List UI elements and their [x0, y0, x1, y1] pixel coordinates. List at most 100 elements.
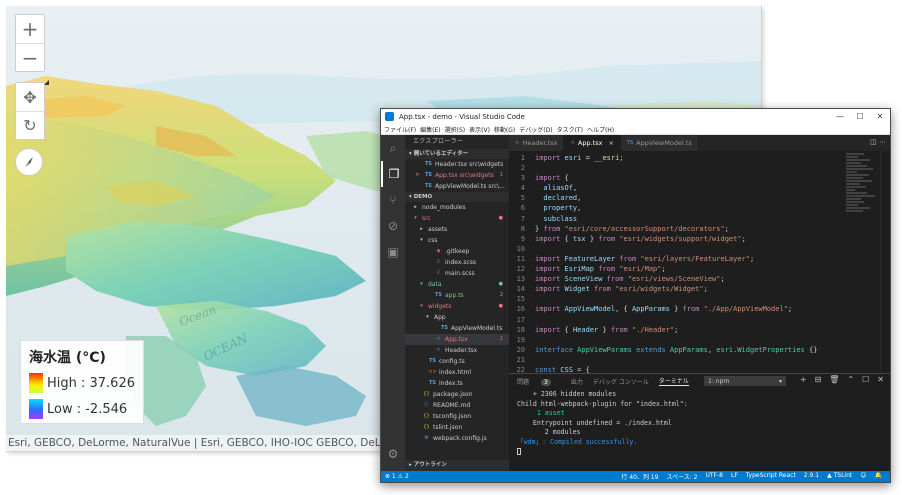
panel-tab-problems[interactable]: 問題 3	[517, 377, 561, 386]
tab-app-tsx[interactable]: ⚛ App.tsx ×	[564, 135, 621, 151]
code-editor[interactable]: 1 import esri = __esri; 2 3 import {4 aliasO…	[509, 151, 890, 373]
file-tree-item[interactable]: ⚙ webpack.config.js	[405, 433, 509, 444]
tree-chevron-icon[interactable]: ▾	[423, 312, 432, 323]
tree-chevron-icon[interactable]: ▾	[411, 213, 420, 224]
file-tree-item[interactable]: ▾ css	[405, 235, 509, 246]
menu-view[interactable]: 表示(V)	[469, 125, 490, 134]
code-line: 3 import {	[509, 173, 842, 183]
line-number: 14	[516, 285, 525, 294]
code-token: from	[589, 285, 616, 294]
file-tree-item[interactable]: TS config.ts	[405, 356, 509, 367]
terminal-output[interactable]: + 2306 hidden modules Child html-webpack…	[517, 390, 882, 457]
rotate-button[interactable]: ↻	[16, 111, 44, 139]
zoom-in-button[interactable]: +	[16, 15, 44, 43]
editor-scrollbar[interactable]	[880, 151, 890, 373]
line-number: 5	[520, 194, 525, 203]
encoding-status[interactable]: UTF-8	[705, 472, 723, 481]
notifications-bell-icon[interactable]: 🔔	[875, 472, 882, 481]
search-icon[interactable]: ⌕	[381, 135, 405, 161]
typescript-version[interactable]: 2.9.1	[804, 472, 819, 481]
open-editor-item[interactable]: TS AppViewModel.ts src\...	[405, 181, 509, 192]
line-ending-status[interactable]: LF	[731, 472, 738, 481]
file-tree-item[interactable]: ⚛ App.tsx 1	[405, 334, 509, 345]
tab-header-tsx[interactable]: ⚛ Header.tsx	[509, 135, 565, 151]
chevron-up-icon[interactable]: ⌃	[847, 375, 854, 384]
close-button[interactable]: ✕	[870, 112, 890, 121]
maximize-button[interactable]: ☐	[850, 112, 870, 121]
file-tree-item[interactable]: TS index.ts	[405, 378, 509, 389]
language-mode[interactable]: TypeScript React	[746, 472, 796, 481]
close-editor-icon[interactable]: ✕	[413, 170, 422, 181]
menu-help[interactable]: ヘルプ(H)	[587, 125, 614, 134]
menu-edit[interactable]: 編集(E)	[420, 125, 440, 134]
open-editors-section[interactable]: ▾ 開いているエディター	[405, 149, 509, 159]
open-editor-item[interactable]: ✕ TS App.tsx src\widgets 1	[405, 170, 509, 181]
debug-icon[interactable]: ⊘	[381, 213, 405, 239]
tslint-status[interactable]: ▲ TSLint	[827, 472, 852, 481]
file-tree-item[interactable]: ℰindex.scss	[405, 257, 509, 268]
trash-icon[interactable]: 🗑	[829, 375, 839, 384]
extensions-icon[interactable]: ▣	[381, 239, 405, 265]
problems-status[interactable]: ⊗ 1 ⚠ 2	[385, 473, 409, 480]
compass-button[interactable]	[15, 148, 43, 176]
file-tree-item[interactable]: <> index.html	[405, 367, 509, 378]
feedback-smiley-icon[interactable]: ☺	[860, 472, 866, 481]
minimap[interactable]	[846, 153, 876, 243]
panel-tab-debug-console[interactable]: デバッグ コンソール	[593, 377, 649, 386]
file-tree-label: css	[428, 237, 438, 244]
menu-selection[interactable]: 選択(S)	[445, 125, 466, 134]
maximize-panel-icon[interactable]: ☐	[862, 375, 869, 384]
file-tree-item[interactable]: ▸ node_modules	[405, 202, 509, 213]
workbench: ⌕ ❐ ⑂ ⊘ ▣ ⚙ エクスプローラー ▾ 開いているエディター TS Head…	[381, 135, 890, 471]
tab-appviewmodel-ts[interactable]: TS AppViewModel.ts	[620, 135, 699, 151]
file-tree-item[interactable]: ⚛ Header.tsx	[405, 345, 509, 356]
file-tree-item[interactable]: TS AppViewModel.ts	[405, 323, 509, 334]
git-status-badge: 1	[499, 336, 503, 342]
file-tree-item[interactable]: TS app.ts 2	[405, 290, 509, 301]
split-terminal-icon[interactable]: ⊟	[815, 375, 822, 384]
split-editor-icon[interactable]: ◫ ⋯	[870, 138, 886, 146]
file-tree-item[interactable]: ⓘ README.md	[405, 400, 509, 411]
new-terminal-icon[interactable]: +	[800, 375, 807, 384]
settings-gear-icon[interactable]: ⚙	[381, 441, 405, 467]
menu-file[interactable]: ファイル(F)	[384, 125, 416, 134]
source-control-icon[interactable]: ⑂	[381, 187, 405, 213]
file-tree-item[interactable]: {} package.json	[405, 389, 509, 400]
cursor-position[interactable]: 行 40、列 19	[621, 472, 658, 481]
zoom-out-button[interactable]: −	[16, 43, 44, 71]
file-tree-item[interactable]: {} tslint.json	[405, 422, 509, 433]
code-token: const	[535, 365, 561, 373]
menu-go[interactable]: 移動(G)	[494, 125, 515, 134]
file-tree-item[interactable]: ◆ .gitkeep	[405, 246, 509, 257]
pan-button[interactable]: ✥	[16, 83, 44, 111]
outline-section[interactable]: ▸ アウトライン	[405, 460, 509, 471]
tree-chevron-icon[interactable]: ▾	[417, 235, 426, 246]
file-tree-item[interactable]: ▾ App	[405, 312, 509, 323]
menu-debug[interactable]: デバッグ(D)	[519, 125, 552, 134]
tree-chevron-icon[interactable]: ▸	[417, 224, 426, 235]
open-editor-item[interactable]: TS Header.tsx src\widgets	[405, 159, 509, 170]
minimize-button[interactable]: —	[830, 112, 850, 121]
close-tab-icon[interactable]: ×	[608, 139, 613, 147]
project-section[interactable]: ▾ DEMO	[405, 192, 509, 202]
zoom-control: + −	[15, 14, 45, 72]
panel-tab-terminal[interactable]: ターミナル	[658, 376, 689, 386]
code-line: 19	[509, 335, 842, 345]
tree-chevron-icon[interactable]: ▸	[411, 202, 420, 213]
panel-tab-output[interactable]: 出力	[571, 377, 583, 386]
explorer-icon[interactable]: ❐	[381, 161, 405, 187]
terminal-select[interactable]: 1: npm	[704, 376, 786, 386]
line-number: 10	[516, 244, 525, 253]
file-tree-item[interactable]: ▾ data ●	[405, 279, 509, 290]
file-tree-item[interactable]: ℰmain.scss	[405, 268, 509, 279]
menu-tasks[interactable]: タスク(T)	[557, 125, 583, 134]
tree-chevron-icon[interactable]: ▾	[417, 301, 426, 312]
file-tree-item[interactable]: ▾ src ●	[405, 213, 509, 224]
indentation-status[interactable]: スペース: 2	[666, 472, 697, 481]
close-panel-icon[interactable]: ✕	[877, 375, 884, 384]
tree-chevron-icon[interactable]: ▾	[417, 279, 426, 290]
file-tree-item[interactable]: ▸ assets	[405, 224, 509, 235]
file-tree-item[interactable]: {} tsconfig.json	[405, 411, 509, 422]
code-token: from	[598, 234, 620, 243]
file-tree-item[interactable]: ▾ widgets ●	[405, 301, 509, 312]
